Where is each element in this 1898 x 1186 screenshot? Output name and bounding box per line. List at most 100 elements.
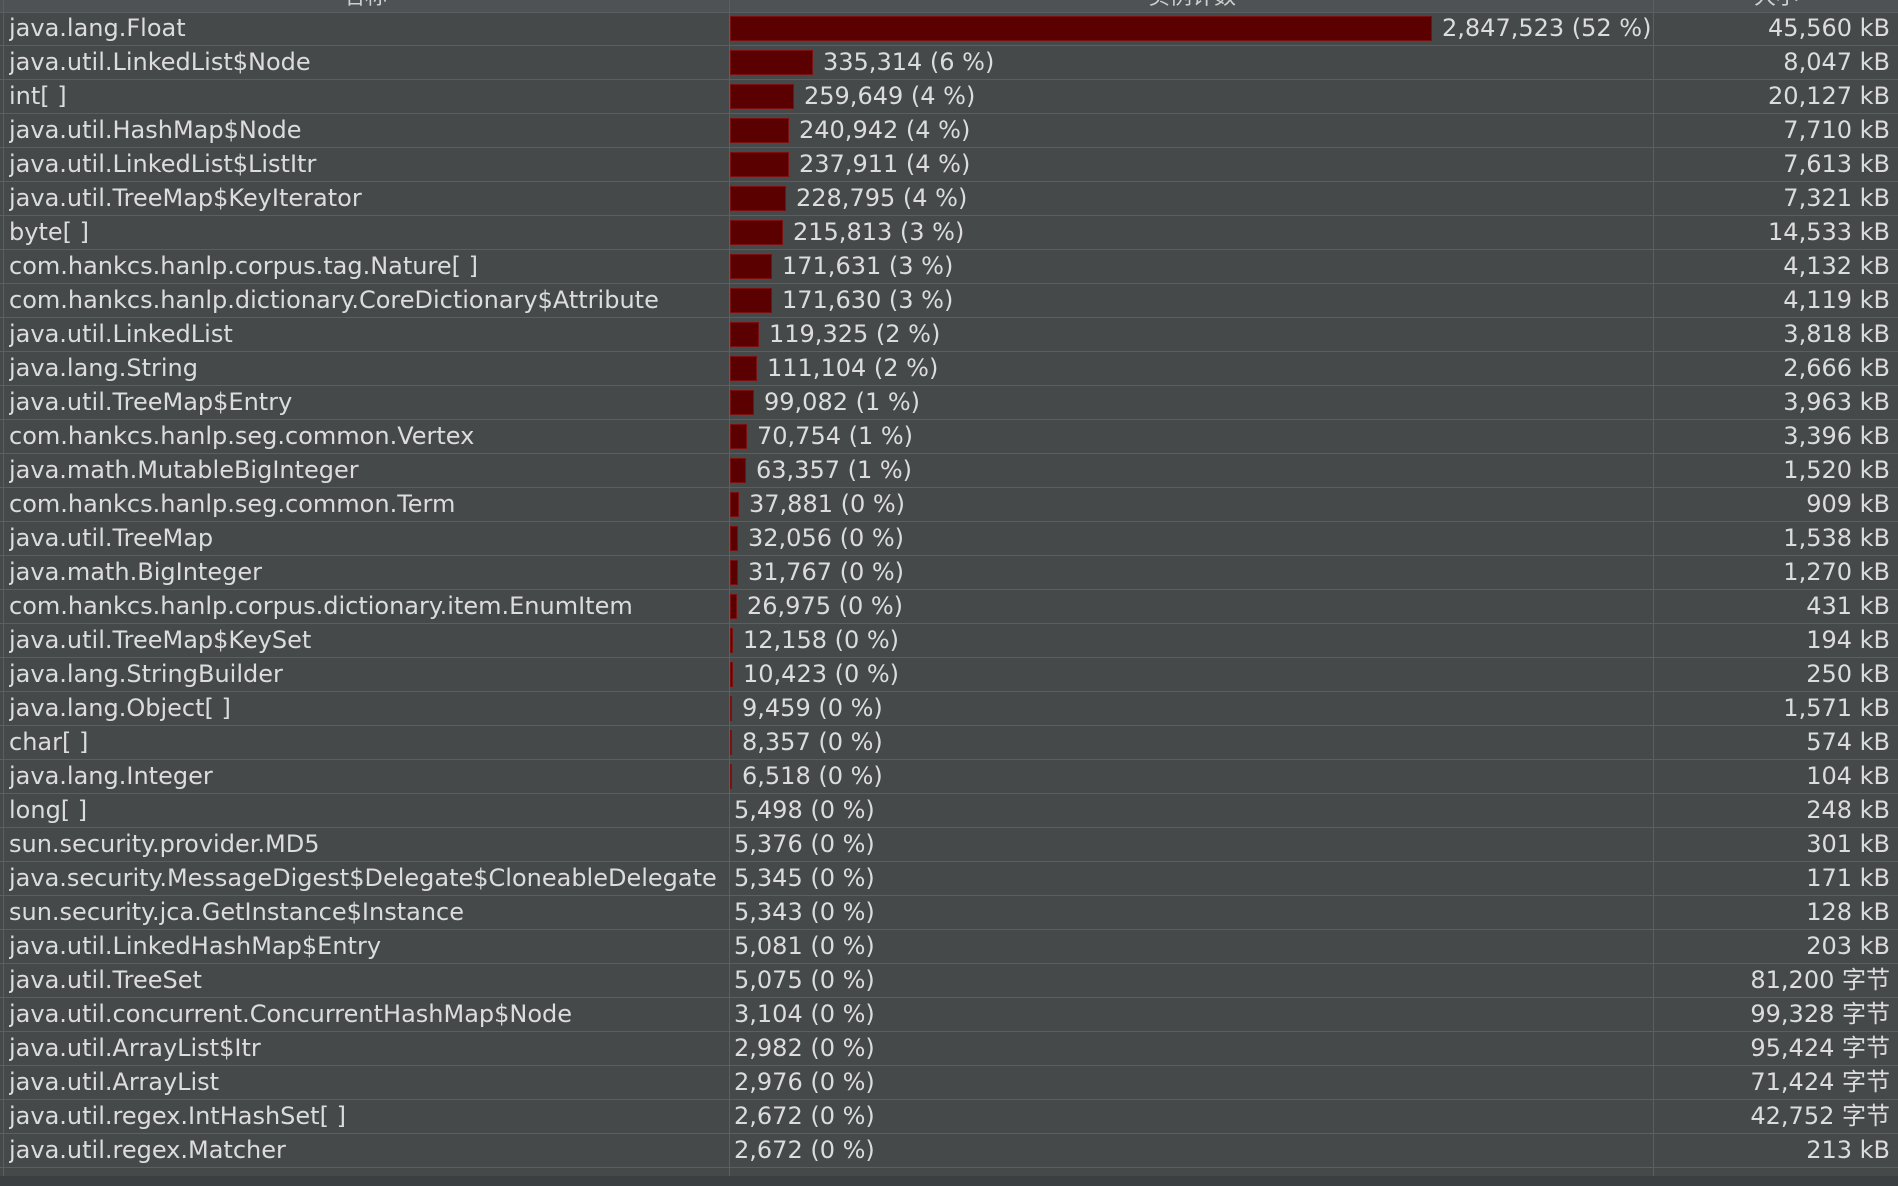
table-row[interactable]: java.util.LinkedList$Node 335,314 (6 %) 8,…: [0, 46, 1898, 80]
table-row[interactable]: java.lang.Float 2,847,523 (52 %) 45,560 kB: [0, 12, 1898, 46]
table-row[interactable]: com.hankcs.hanlp.corpus.tag.Nature[ ] 171…: [0, 250, 1898, 284]
table-row[interactable]: java.util.ArrayList$Itr 2,982 (0 %) 95,424…: [0, 1032, 1898, 1066]
class-name-cell: java.util.TreeSet: [9, 966, 202, 994]
class-name-cell: com.hankcs.hanlp.seg.common.Vertex: [9, 422, 475, 450]
table-row[interactable]: java.util.HashMap$Node 240,942 (4 %) 7,710…: [0, 114, 1898, 148]
instance-count-bar: [730, 322, 759, 347]
horizontal-scroll-area[interactable]: [0, 1176, 1898, 1186]
instance-count-cell: 335,314 (6 %): [730, 46, 1650, 79]
table-row[interactable]: com.hankcs.hanlp.corpus.dictionary.item.…: [0, 590, 1898, 624]
instance-count-label: 237,911 (4 %): [799, 150, 971, 178]
size-cell: 250 kB: [1806, 660, 1890, 688]
instance-count-bar: [730, 628, 733, 653]
instance-count-table: 名称 实例计数 大小 java.lang.Float 2,847,523 (52 …: [0, 0, 1898, 1186]
instance-count-label: 5,075 (0 %): [734, 966, 875, 994]
table-row[interactable]: java.util.TreeMap$KeySet 12,158 (0 %) 194 …: [0, 624, 1898, 658]
instance-count-cell: 259,649 (4 %): [730, 80, 1650, 113]
instance-count-cell: 5,498 (0 %): [730, 794, 1650, 827]
table-row[interactable]: java.math.BigInteger 31,767 (0 %) 1,270 kB: [0, 556, 1898, 590]
instance-count-bar: [730, 356, 757, 381]
instance-count-bar: [730, 492, 739, 517]
instance-count-cell: 70,754 (1 %): [730, 420, 1650, 453]
size-cell: 1,571 kB: [1783, 694, 1890, 722]
instance-count-cell: 9,459 (0 %): [730, 692, 1650, 725]
table-row[interactable]: java.lang.StringBuilder 10,423 (0 %) 250 k…: [0, 658, 1898, 692]
column-divider-count[interactable]: [1653, 0, 1654, 1186]
table-row[interactable]: java.util.concurrent.ConcurrentHashMap$N…: [0, 998, 1898, 1032]
instance-count-label: 5,345 (0 %): [734, 864, 875, 892]
instance-count-cell: 119,325 (2 %): [730, 318, 1650, 351]
table-row[interactable]: com.hankcs.hanlp.seg.common.Term 37,881 (…: [0, 488, 1898, 522]
class-name-cell: java.util.LinkedHashMap$Entry: [9, 932, 382, 960]
table-row[interactable]: java.lang.String 111,104 (2 %) 2,666 kB: [0, 352, 1898, 386]
size-cell: 7,613 kB: [1783, 150, 1890, 178]
class-name-cell: int[ ]: [9, 82, 67, 110]
instance-count-cell: 237,911 (4 %): [730, 148, 1650, 181]
table-row[interactable]: long[ ] 5,498 (0 %) 248 kB: [0, 794, 1898, 828]
instance-count-cell: 171,630 (3 %): [730, 284, 1650, 317]
class-name-cell: java.lang.String: [9, 354, 198, 382]
table-row[interactable]: com.hankcs.hanlp.dictionary.CoreDictiona…: [0, 284, 1898, 318]
size-cell: 104 kB: [1806, 762, 1890, 790]
column-header-count[interactable]: 实例计数: [730, 0, 1654, 12]
table-row[interactable]: java.util.LinkedList$ListItr 237,911 (4 %…: [0, 148, 1898, 182]
class-name-cell: java.util.TreeMap$Entry: [9, 388, 293, 416]
class-name-cell: java.util.LinkedList$ListItr: [9, 150, 317, 178]
instance-count-label: 10,423 (0 %): [743, 660, 900, 688]
size-cell: 203 kB: [1806, 932, 1890, 960]
table-row[interactable]: java.math.MutableBigInteger 63,357 (1 %) 1…: [0, 454, 1898, 488]
size-cell: 1,270 kB: [1783, 558, 1890, 586]
instance-count-cell: 12,158 (0 %): [730, 624, 1650, 657]
instance-count-bar: [730, 84, 794, 109]
table-row[interactable]: sun.security.jca.GetInstance$Instance 5,3…: [0, 896, 1898, 930]
table-row[interactable]: java.lang.Object[ ] 9,459 (0 %) 1,571 kB: [0, 692, 1898, 726]
table-row[interactable]: java.util.LinkedList 119,325 (2 %) 3,818 k…: [0, 318, 1898, 352]
table-row[interactable]: java.util.TreeMap$KeyIterator 228,795 (4 …: [0, 182, 1898, 216]
instance-count-bar: [730, 560, 738, 585]
instance-count-bar: [730, 526, 738, 551]
table-row[interactable]: java.util.ArrayList 2,976 (0 %) 71,424 字节: [0, 1066, 1898, 1100]
table-row[interactable]: java.util.TreeMap$Entry 99,082 (1 %) 3,963…: [0, 386, 1898, 420]
table-row[interactable]: com.hankcs.hanlp.seg.common.Vertex 70,754…: [0, 420, 1898, 454]
table-row[interactable]: byte[ ] 215,813 (3 %) 14,533 kB: [0, 216, 1898, 250]
instance-count-cell: 5,345 (0 %): [730, 862, 1650, 895]
size-cell: 8,047 kB: [1783, 48, 1890, 76]
instance-count-label: 2,672 (0 %): [734, 1136, 875, 1164]
table-row[interactable]: java.util.TreeMap 32,056 (0 %) 1,538 kB: [0, 522, 1898, 556]
table-row[interactable]: java.util.regex.Matcher 2,672 (0 %) 213 kB: [0, 1134, 1898, 1168]
instance-count-label: 2,976 (0 %): [734, 1068, 875, 1096]
instance-count-bar: [730, 594, 737, 619]
instance-count-label: 8,357 (0 %): [742, 728, 883, 756]
instance-count-cell: 5,376 (0 %): [730, 828, 1650, 861]
instance-count-label: 2,847,523 (52 %): [1442, 14, 1650, 42]
class-name-cell: java.lang.StringBuilder: [9, 660, 283, 688]
class-name-cell: java.security.MessageDigest$Delegate$Clo…: [9, 864, 717, 892]
size-cell: 2,666 kB: [1783, 354, 1890, 382]
table-row[interactable]: sun.security.provider.MD5 5,376 (0 %) 301 …: [0, 828, 1898, 862]
table-row[interactable]: java.util.regex.IntHashSet[ ] 2,672 (0 %)…: [0, 1100, 1898, 1134]
size-cell: 909 kB: [1806, 490, 1890, 518]
size-cell: 3,963 kB: [1783, 388, 1890, 416]
instance-count-cell: 37,881 (0 %): [730, 488, 1650, 521]
instance-count-cell: 99,082 (1 %): [730, 386, 1650, 419]
table-row[interactable]: int[ ] 259,649 (4 %) 20,127 kB: [0, 80, 1898, 114]
table-row[interactable]: java.lang.Integer 6,518 (0 %) 104 kB: [0, 760, 1898, 794]
instance-count-bar: [730, 152, 789, 177]
size-cell: 248 kB: [1806, 796, 1890, 824]
class-name-cell: java.math.MutableBigInteger: [9, 456, 359, 484]
instance-count-bar: [730, 254, 772, 279]
instance-count-label: 215,813 (3 %): [793, 218, 965, 246]
size-cell: 3,818 kB: [1783, 320, 1890, 348]
class-name-cell: char[ ]: [9, 728, 89, 756]
instance-count-label: 119,325 (2 %): [769, 320, 941, 348]
table-row[interactable]: char[ ] 8,357 (0 %) 574 kB: [0, 726, 1898, 760]
table-row[interactable]: java.security.MessageDigest$Delegate$Clo…: [0, 862, 1898, 896]
column-header-size[interactable]: 大小: [1654, 0, 1898, 12]
table-row[interactable]: java.util.LinkedHashMap$Entry 5,081 (0 %)…: [0, 930, 1898, 964]
column-header-name[interactable]: 名称: [0, 0, 730, 12]
column-divider-name[interactable]: [729, 0, 730, 1186]
class-name-cell: java.util.TreeMap$KeySet: [9, 626, 312, 654]
instance-count-bar: [730, 662, 733, 687]
size-cell: 7,710 kB: [1783, 116, 1890, 144]
table-row[interactable]: java.util.TreeSet 5,075 (0 %) 81,200 字节: [0, 964, 1898, 998]
